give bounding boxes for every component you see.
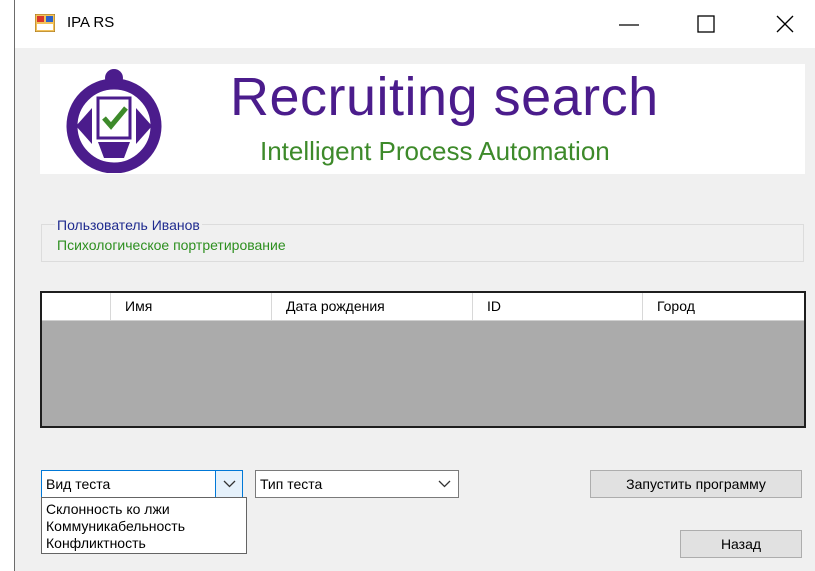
run-program-button[interactable]: Запустить программу <box>590 470 802 498</box>
table-header: Имя Дата рождения ID Город <box>42 293 804 321</box>
logo-icon <box>66 69 162 173</box>
test-type-dropdown-button[interactable] <box>431 471 458 497</box>
test-kind-dropdown-button[interactable] <box>215 471 242 497</box>
dropdown-option-conflict[interactable]: Конфликтность <box>46 535 146 551</box>
dropdown-option-communication[interactable]: Коммуникабельность <box>46 518 185 534</box>
app-window: IPA RS Recruiting search Intelligent Pro… <box>14 0 815 571</box>
test-kind-dropdown-list: Склонность ко лжи Коммуникабельность Кон… <box>41 497 247 554</box>
minimize-icon <box>619 24 639 26</box>
window-title: IPA RS <box>67 14 115 31</box>
test-kind-value: Вид теста <box>46 476 111 492</box>
table-header-id[interactable]: ID <box>473 293 643 320</box>
maximize-icon <box>697 15 715 33</box>
test-kind-combobox[interactable]: Вид теста <box>41 470 243 498</box>
user-group-text: Психологическое портретирование <box>57 237 286 253</box>
table-header-birthdate[interactable]: Дата рождения <box>272 293 473 320</box>
table-header-city[interactable]: Город <box>643 293 804 320</box>
back-button[interactable]: Назад <box>680 530 802 558</box>
minimize-button[interactable] <box>605 0 653 46</box>
header-banner: Recruiting search Intelligent Process Au… <box>40 64 805 174</box>
app-window-icon <box>35 14 55 32</box>
test-type-value: Тип теста <box>260 476 323 492</box>
title-bar: IPA RS <box>15 0 815 48</box>
chevron-down-icon <box>223 480 236 488</box>
table-header-name[interactable]: Имя <box>111 293 272 320</box>
banner-subtitle: Intelligent Process Automation <box>260 136 610 166</box>
candidates-table[interactable]: Имя Дата рождения ID Город <box>40 291 806 428</box>
dropdown-option-lie[interactable]: Склонность ко лжи <box>46 501 170 517</box>
close-button[interactable] <box>761 0 809 46</box>
close-icon <box>776 15 794 33</box>
table-header-selector[interactable] <box>42 293 111 320</box>
banner-title: Recruiting search <box>230 67 659 127</box>
user-group-legend: Пользователь Иванов <box>55 217 202 233</box>
maximize-button[interactable] <box>682 0 730 46</box>
chevron-down-icon <box>438 480 451 488</box>
test-type-combobox[interactable]: Тип теста <box>255 470 459 498</box>
